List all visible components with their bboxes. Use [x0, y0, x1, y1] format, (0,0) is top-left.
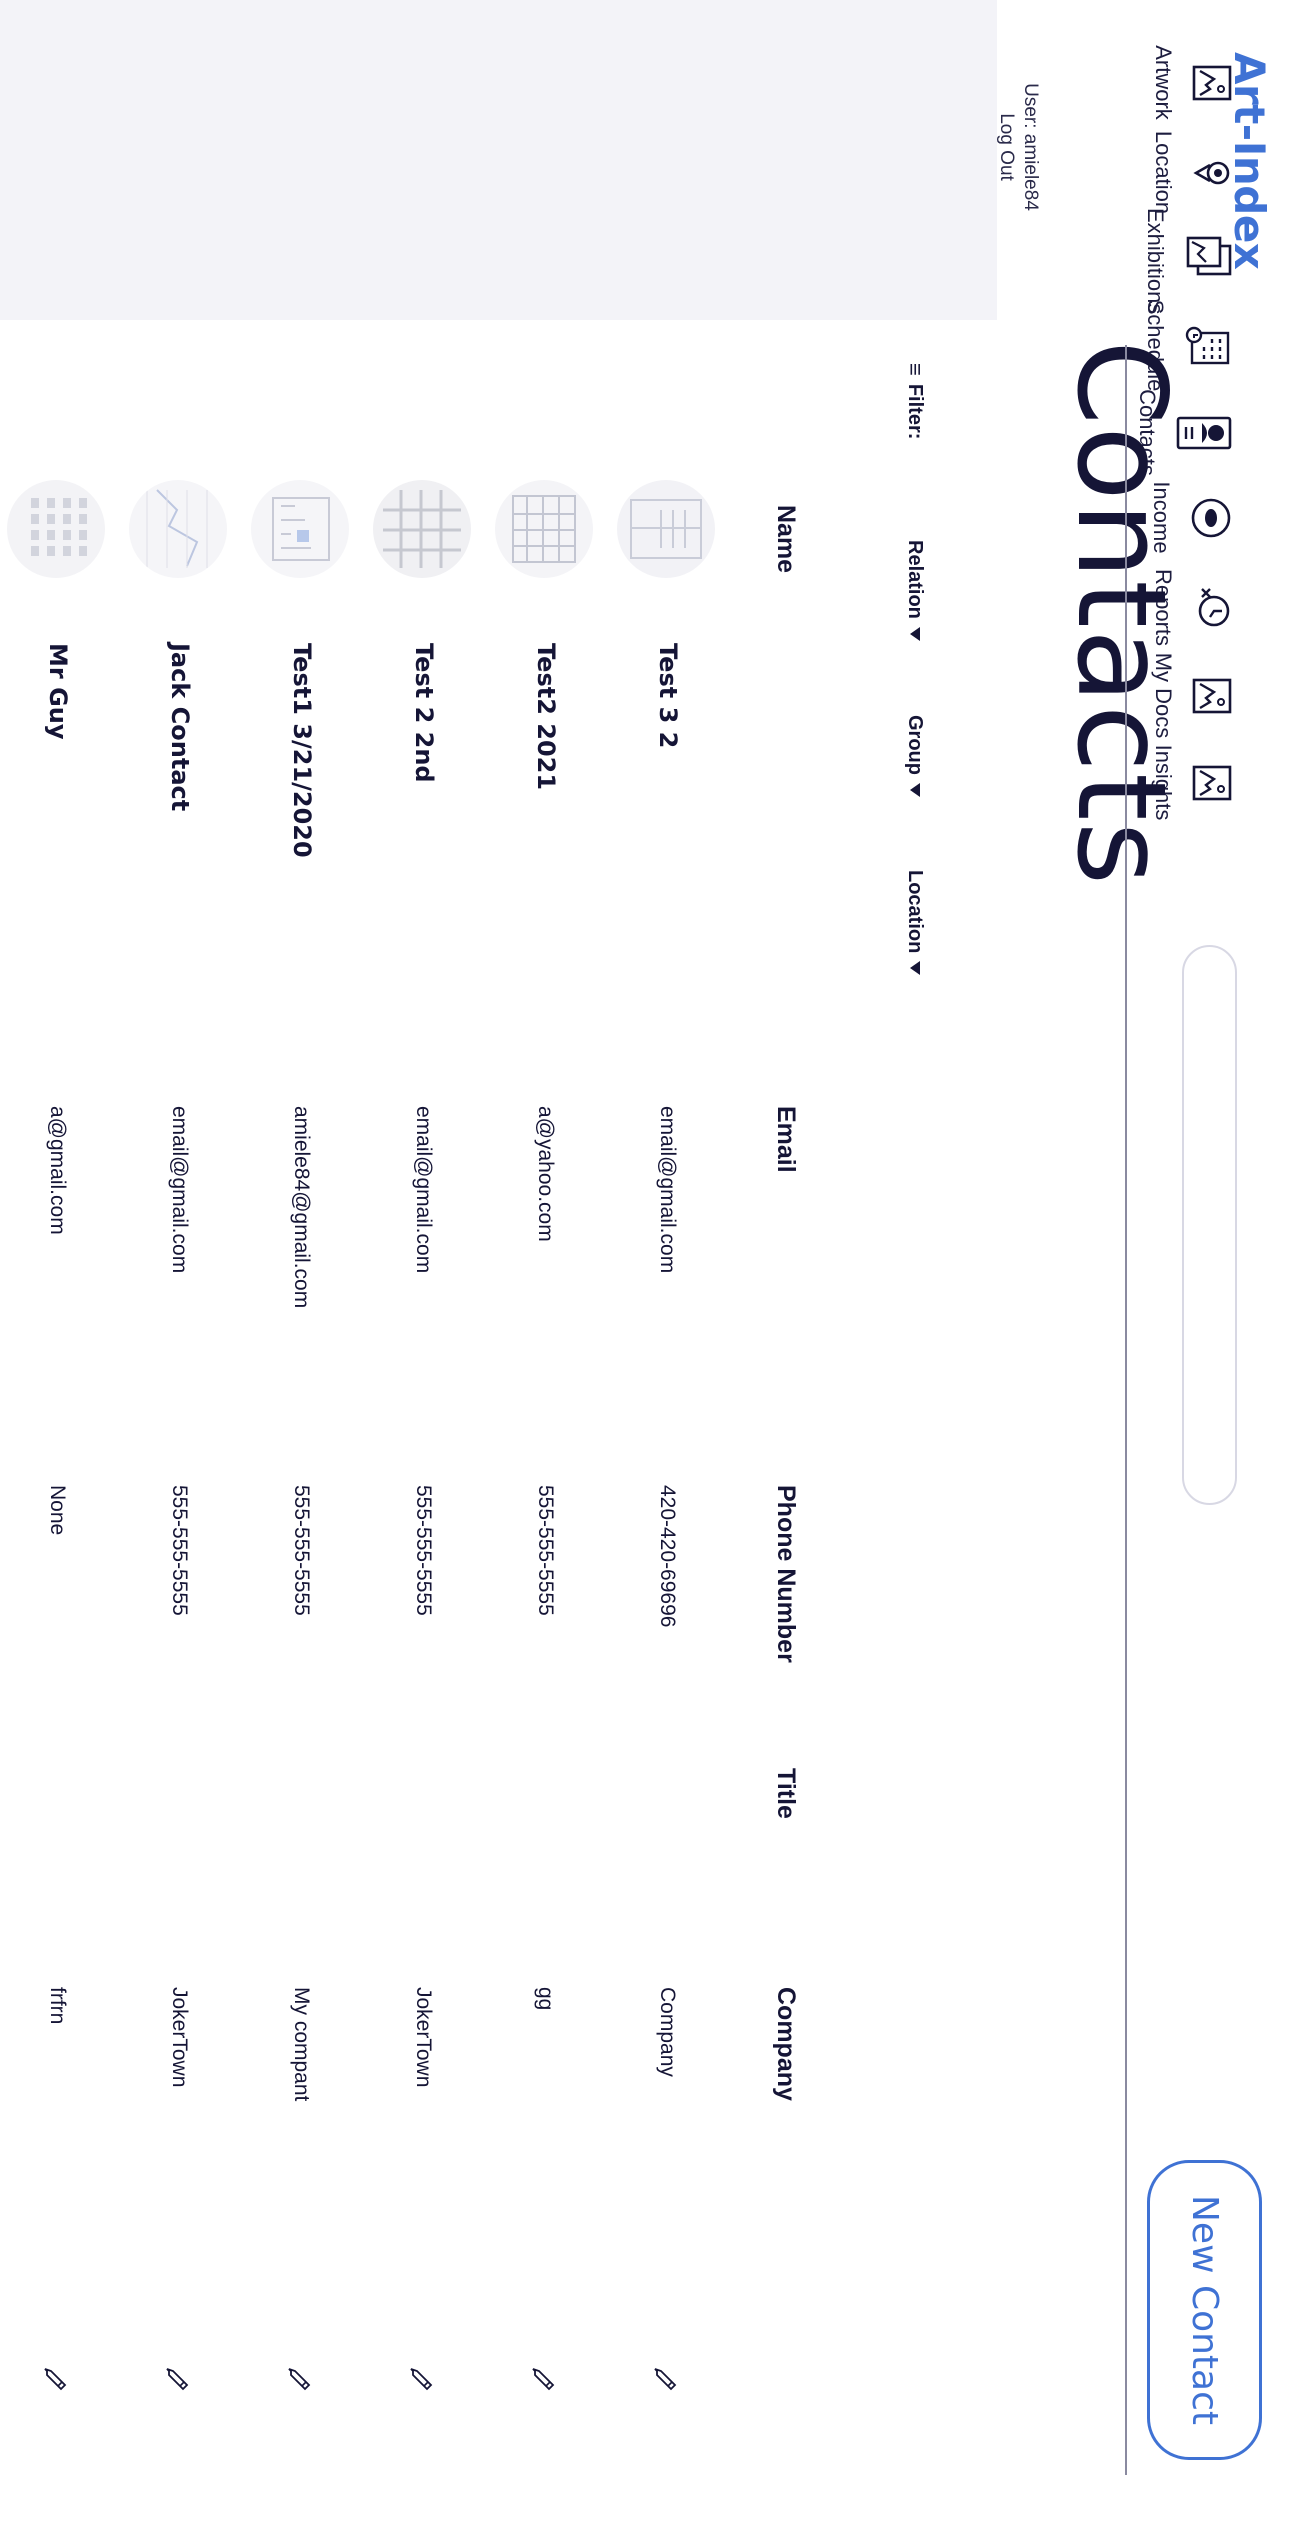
chevron-down-icon: [910, 961, 920, 976]
contact-name: Test1 3/21/2020: [288, 643, 316, 858]
search-input[interactable]: [1182, 945, 1237, 1505]
income-coin-icon: [1191, 498, 1231, 537]
filter-icon: ≡: [903, 363, 928, 376]
user-label: User: amiele84: [1020, 83, 1041, 211]
contact-company: My compant: [290, 1987, 313, 2102]
column-header-company[interactable]: Company: [771, 1987, 800, 2101]
table-row[interactable]: Jack Contact email@gmail.com 555-555-5555 J…: [117, 320, 227, 2530]
nav-label-artwork: Artwork: [1151, 45, 1176, 120]
table-row[interactable]: Test 2 2nd email@gmail.com 555-555-5555 Jok…: [361, 320, 471, 2530]
edit-pencil-icon[interactable]: [285, 2365, 315, 2395]
contact-avatar: [495, 480, 593, 578]
contact-name: Test2 2021: [532, 643, 560, 791]
insights-icon: [1192, 765, 1232, 800]
contact-phone: 555-555-5555: [412, 1485, 435, 1616]
table-row[interactable]: Test1 3/21/2020 amiele84@gmail.com 555-555…: [239, 320, 349, 2530]
user-block: User: amiele84 Log Out: [994, 62, 1042, 232]
nav-label-location: Location: [1151, 130, 1176, 215]
filter-label: ≡ Filter:: [903, 363, 928, 440]
page-title: Contacts: [1050, 340, 1193, 887]
contacts-panel: ≡ Filter: Relation Group Location Name E…: [0, 320, 1020, 2530]
contact-company: JokerTown: [168, 1987, 191, 2088]
contact-avatar: [617, 480, 715, 578]
edit-pencil-icon[interactable]: [407, 2365, 437, 2395]
contact-email[interactable]: amiele84@gmail.com: [289, 1106, 313, 1308]
location-filter[interactable]: Location: [895, 870, 935, 976]
contact-name: Test 2 2nd: [410, 643, 438, 783]
column-header-title[interactable]: Title: [771, 1768, 800, 1819]
contact-company: gg: [534, 1987, 557, 2011]
nav-label-exhibitions: Exhibitions: [1143, 208, 1168, 315]
contact-email[interactable]: email@gmail.com: [167, 1106, 191, 1273]
new-contact-button[interactable]: New Contact: [1147, 2160, 1262, 2460]
reports-icon: [1198, 587, 1230, 626]
group-filter[interactable]: Group: [895, 715, 935, 797]
contact-email[interactable]: email@gmail.com: [655, 1106, 679, 1273]
contact-email[interactable]: email@gmail.com: [411, 1106, 435, 1273]
contact-email[interactable]: a@gmail.com: [45, 1106, 69, 1235]
nav-item-location[interactable]: Location: [1112, 125, 1232, 220]
edit-pencil-icon[interactable]: [651, 2365, 681, 2395]
contact-avatar: [251, 480, 349, 578]
docs-icon: [1192, 678, 1232, 713]
edit-pencil-icon[interactable]: [41, 2365, 71, 2395]
contact-phone: None: [46, 1485, 69, 1536]
column-header-phone[interactable]: Phone Number: [771, 1485, 800, 1663]
edit-pencil-icon[interactable]: [529, 2365, 559, 2395]
brand-logo[interactable]: Art-Index: [1225, 52, 1274, 269]
nav-item-exhibitions[interactable]: Exhibitions: [1112, 208, 1232, 315]
artwork-icon: [1192, 65, 1232, 100]
contact-name: Jack Contact: [166, 643, 194, 812]
contact-company: JokerTown: [412, 1987, 435, 2088]
header-divider: [1125, 345, 1127, 2475]
contact-avatar: [373, 480, 471, 578]
edit-pencil-icon[interactable]: [163, 2365, 193, 2395]
nav-item-artwork[interactable]: Artwork: [1112, 35, 1232, 130]
contact-name: Test 3 2: [654, 643, 682, 749]
column-header-name[interactable]: Name: [771, 505, 800, 573]
relation-filter[interactable]: Relation: [895, 540, 935, 641]
chevron-down-icon: [910, 783, 920, 797]
contact-company: frfrn: [46, 1987, 69, 2025]
contact-avatar: [7, 480, 105, 578]
table-row[interactable]: Test2 2021 a@yahoo.com 555-555-5555 gg: [483, 320, 593, 2530]
table-row[interactable]: Test 3 2 email@gmail.com 420-420-69696 Comp…: [605, 320, 715, 2530]
contact-avatar: [129, 480, 227, 578]
contact-phone: 555-555-5555: [168, 1485, 191, 1616]
exhibitions-icon: [1186, 236, 1232, 275]
contact-phone: 555-555-5555: [534, 1485, 557, 1616]
contact-phone: 555-555-5555: [290, 1485, 313, 1616]
column-header-email[interactable]: Email: [771, 1106, 800, 1173]
contact-company: Company: [656, 1987, 679, 2077]
contact-email[interactable]: a@yahoo.com: [533, 1106, 557, 1242]
location-pin-icon: [1193, 161, 1230, 184]
logout-link[interactable]: Log Out: [994, 62, 1018, 232]
table-row[interactable]: Mr Guy a@gmail.com None frfrn: [0, 320, 105, 2530]
contact-phone: 420-420-69696: [656, 1485, 679, 1628]
chevron-down-icon: [910, 626, 920, 641]
contact-name: Mr Guy: [44, 643, 72, 740]
